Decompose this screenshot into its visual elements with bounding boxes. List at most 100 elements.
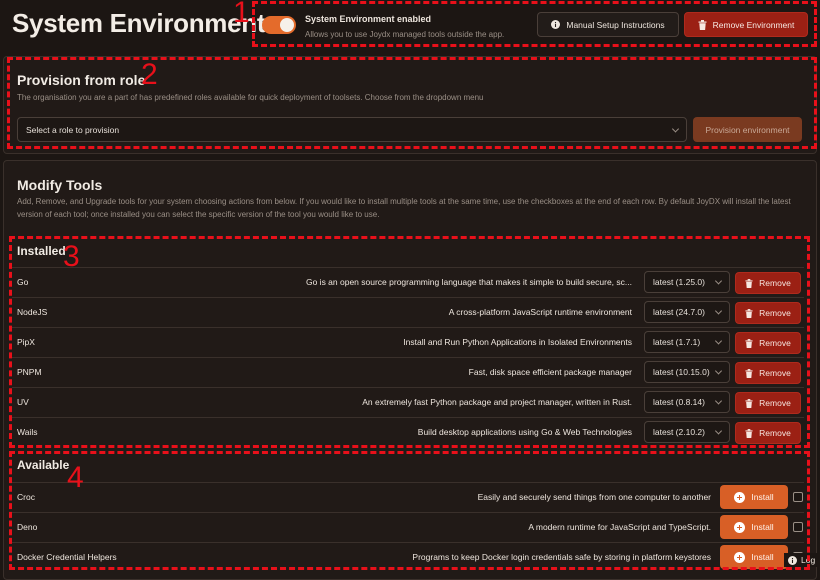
version-select[interactable]: latest (1.7.1) [644,331,730,353]
plus-circle-icon [734,551,746,563]
install-tool-button[interactable]: Install [720,515,788,539]
trash-icon [745,338,753,348]
chevron-down-icon [714,367,723,375]
page-title: System Environment [12,8,266,38]
provision-button-label: Provision environment [705,124,790,135]
version-select[interactable]: latest (2.10.2) [644,421,730,443]
installed-row: NodeJS A cross-platform JavaScript runtim… [12,297,804,327]
install-tool-label: Install [751,492,774,502]
tool-description: Build desktop applications using Go & We… [417,427,632,437]
version-value: latest (2.10.2) [653,427,705,437]
environment-status-title: System Environment enabled [305,14,432,24]
remove-tool-label: Remove [759,278,791,288]
chevron-down-icon [714,427,723,435]
available-row: Croc Easily and securely send things from… [12,482,804,512]
installed-row: UV An extremely fast Python package and p… [12,387,804,417]
tool-description: A cross-platform JavaScript runtime envi… [448,307,632,317]
install-tool-button[interactable]: Install [720,485,788,509]
remove-tool-button[interactable]: Remove [735,302,801,324]
tool-name: NodeJS [17,307,48,317]
annotation-number-2: 2 [141,58,158,91]
install-tool-label: Install [751,522,774,532]
plus-circle-icon [734,521,746,533]
remove-tool-label: Remove [759,338,791,348]
trash-icon [745,278,753,288]
chevron-down-icon [714,337,723,345]
log-label: Log [801,555,816,565]
installed-row: Wails Build desktop applications using Go… [12,417,804,447]
remove-environment-button[interactable]: Remove Environment [684,12,808,37]
available-row: Docker Credential Helpers Programs to kee… [12,542,804,572]
remove-tool-label: Remove [759,308,791,318]
tool-name: PNPM [17,367,42,377]
installed-row: PipX Install and Run Python Applications … [12,327,804,357]
version-select[interactable]: latest (24.7.0) [644,301,730,323]
select-tool-checkbox[interactable] [793,522,803,532]
annotation-number-4: 4 [67,461,84,494]
tool-description: Easily and securely send things from one… [477,492,711,502]
installed-section-label: Installed [17,244,66,258]
version-value: latest (10.15.0) [653,367,710,377]
remove-tool-button[interactable]: Remove [735,272,801,294]
available-row: Deno A modern runtime for JavaScript and … [12,512,804,542]
annotation-number-3: 3 [63,240,80,273]
install-tool-label: Install [751,552,774,562]
manual-setup-button[interactable]: Manual Setup Instructions [537,12,679,37]
tool-name: PipX [17,337,35,347]
system-environment-toggle[interactable] [262,16,296,34]
installed-row: PNPM Fast, disk space efficient package m… [12,357,804,387]
version-value: latest (24.7.0) [653,307,705,317]
tool-name: Wails [17,427,38,437]
provision-environment-button[interactable]: Provision environment [693,117,802,142]
trash-icon [698,19,707,30]
role-select[interactable]: Select a role to provision [17,117,687,142]
provision-description: The organisation you are a part of has p… [17,93,484,102]
version-select[interactable]: latest (10.15.0) [644,361,730,383]
remove-tool-label: Remove [759,368,791,378]
remove-tool-button[interactable]: Remove [735,362,801,384]
install-tool-button[interactable]: Install [720,545,788,569]
tool-name: Go [17,277,29,287]
select-tool-checkbox[interactable] [793,492,803,502]
tool-name: Croc [17,492,35,502]
trash-icon [745,398,753,408]
tool-description: An extremely fast Python package and pro… [362,397,632,407]
version-value: latest (0.8.14) [653,397,705,407]
remove-tool-button[interactable]: Remove [735,392,801,414]
remove-tool-button[interactable]: Remove [735,332,801,354]
tool-name: Docker Credential Helpers [17,552,117,562]
trash-icon [745,368,753,378]
tool-description: Programs to keep Docker login credential… [412,552,711,562]
chevron-down-icon [714,307,723,315]
version-value: latest (1.25.0) [653,277,705,287]
available-section-label: Available [17,458,70,472]
modify-tools-title: Modify Tools [17,177,103,193]
version-select[interactable]: latest (0.8.14) [644,391,730,413]
plus-circle-icon [734,491,746,503]
environment-status-subtitle: Allows you to use Joydx managed tools ou… [305,30,505,39]
remove-tool-label: Remove [759,398,791,408]
installed-row: Go Go is an open source programming langu… [12,267,804,297]
tool-name: UV [17,397,29,407]
tool-description: Install and Run Python Applications in I… [403,337,632,347]
modify-tools-description: Add, Remove, and Upgrade tools for your … [17,197,791,219]
tool-description: Fast, disk space efficient package manag… [468,367,632,377]
chevron-down-icon [714,277,723,285]
remove-environment-label: Remove Environment [712,19,795,30]
tool-description: A modern runtime for JavaScript and Type… [528,522,711,532]
log-button[interactable]: Log [784,553,820,567]
provision-title: Provision from role [17,72,146,88]
manual-setup-label: Manual Setup Instructions [566,19,665,30]
tool-description: Go is an open source programming languag… [305,277,632,287]
role-select-value: Select a role to provision [26,124,120,135]
trash-icon [745,428,753,438]
tool-name: Deno [17,522,38,532]
info-icon [788,555,797,565]
chevron-down-icon [714,397,723,405]
trash-icon [745,308,753,318]
version-select[interactable]: latest (1.25.0) [644,271,730,293]
chevron-down-icon [671,124,680,133]
version-value: latest (1.7.1) [653,337,701,347]
remove-tool-button[interactable]: Remove [735,422,801,444]
toggle-knob [280,18,294,32]
